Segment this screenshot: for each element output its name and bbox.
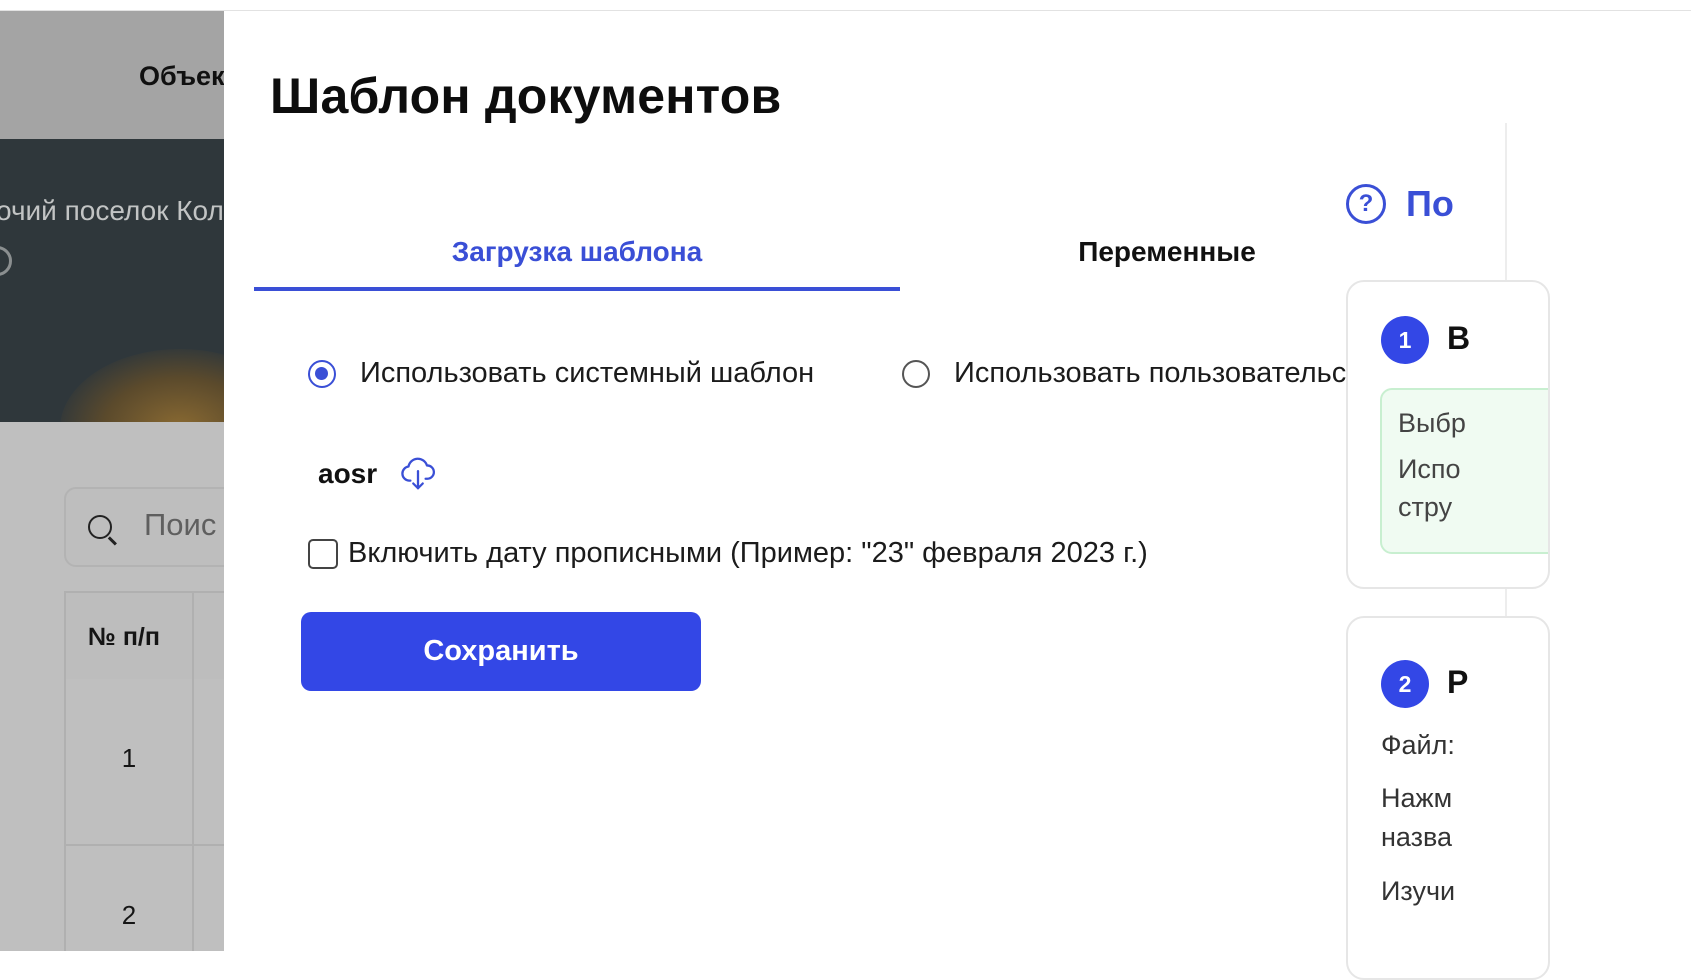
table-cell (194, 846, 224, 951)
uppercase-date-checkbox-row[interactable]: Включить дату прописными (Пример: "23" ф… (308, 537, 1148, 570)
uppercase-date-label: Включить дату прописными (Пример: "23" ф… (348, 537, 1148, 569)
banner-circle-icon (0, 246, 12, 276)
background-search-field: Поис (64, 487, 224, 567)
background-header: Объек (0, 11, 224, 139)
template-file-name: aosr (318, 458, 378, 489)
radio-system-template[interactable]: Использовать системный шаблон (308, 357, 814, 390)
radio-system-template-label: Использовать системный шаблон (360, 357, 815, 389)
step-title: В (1447, 320, 1471, 356)
table-row-number: 1 (121, 743, 137, 773)
step-text-line: Изучи (1381, 876, 1456, 906)
table-row: 1 (64, 679, 196, 846)
template-source-options: Использовать системный шаблон Использова… (308, 357, 1428, 407)
step-number-badge: 1 (1381, 316, 1429, 364)
help-step-card-2: 2 Р Файл: Нажм назва Изучи (1346, 616, 1550, 980)
radio-custom-template-label: Использовать пользовательский (954, 357, 1392, 389)
step-text-line: назва (1381, 822, 1453, 852)
tab-variables[interactable]: Переменные (904, 216, 1430, 288)
help-step-card-1: 1 В Выбр Испо стру (1346, 280, 1550, 589)
radio-custom-template[interactable]: Использовать пользовательский (902, 357, 1391, 390)
modal-title: Шаблон документов (270, 68, 782, 124)
background-nav-item: Объек (139, 61, 224, 91)
save-button[interactable]: Сохранить (301, 612, 701, 691)
help-title: По (1406, 183, 1454, 224)
help-header: ? По (1346, 183, 1454, 225)
table-row-number: 2 (121, 900, 137, 930)
banner-image (60, 349, 224, 422)
radio-button-checked[interactable] (308, 359, 336, 388)
step-number-badge: 2 (1381, 660, 1429, 708)
step-title: Р (1447, 664, 1469, 700)
uppercase-date-checkbox[interactable] (308, 538, 338, 569)
table-header-cell: № п/п (64, 591, 196, 681)
note-line: Испо (1398, 454, 1461, 484)
step-text-line: Нажм (1381, 783, 1453, 813)
top-border (0, 0, 1691, 11)
table-header-number: № п/п (88, 623, 160, 651)
background-page: Объек очий поселок Кол Поис № п/п 1 2 (0, 11, 224, 951)
background-banner-title: очий поселок Кол (0, 195, 224, 226)
background-search-placeholder: Поис (144, 507, 217, 542)
table-cell (194, 679, 224, 846)
help-question-icon: ? (1346, 184, 1386, 224)
tab-template-upload[interactable]: Загрузка шаблона (254, 216, 900, 288)
note-line: стру (1398, 492, 1453, 522)
background-banner: очий поселок Кол (0, 139, 224, 422)
search-icon (88, 515, 112, 539)
step-note: Выбр Испо стру (1380, 388, 1548, 554)
table-header-cell (194, 591, 224, 681)
background-table: № п/п 1 2 (64, 591, 224, 951)
table-row: 2 (64, 846, 196, 951)
cloud-download-icon[interactable] (399, 455, 437, 493)
step-text-line: Файл: (1381, 730, 1455, 760)
active-tab-indicator (254, 287, 900, 291)
template-file-row: aosr (318, 452, 437, 496)
radio-button-unchecked[interactable] (902, 359, 930, 388)
note-line: Выбр (1398, 408, 1466, 438)
modal-tabs: Загрузка шаблона Переменные (254, 216, 1430, 294)
